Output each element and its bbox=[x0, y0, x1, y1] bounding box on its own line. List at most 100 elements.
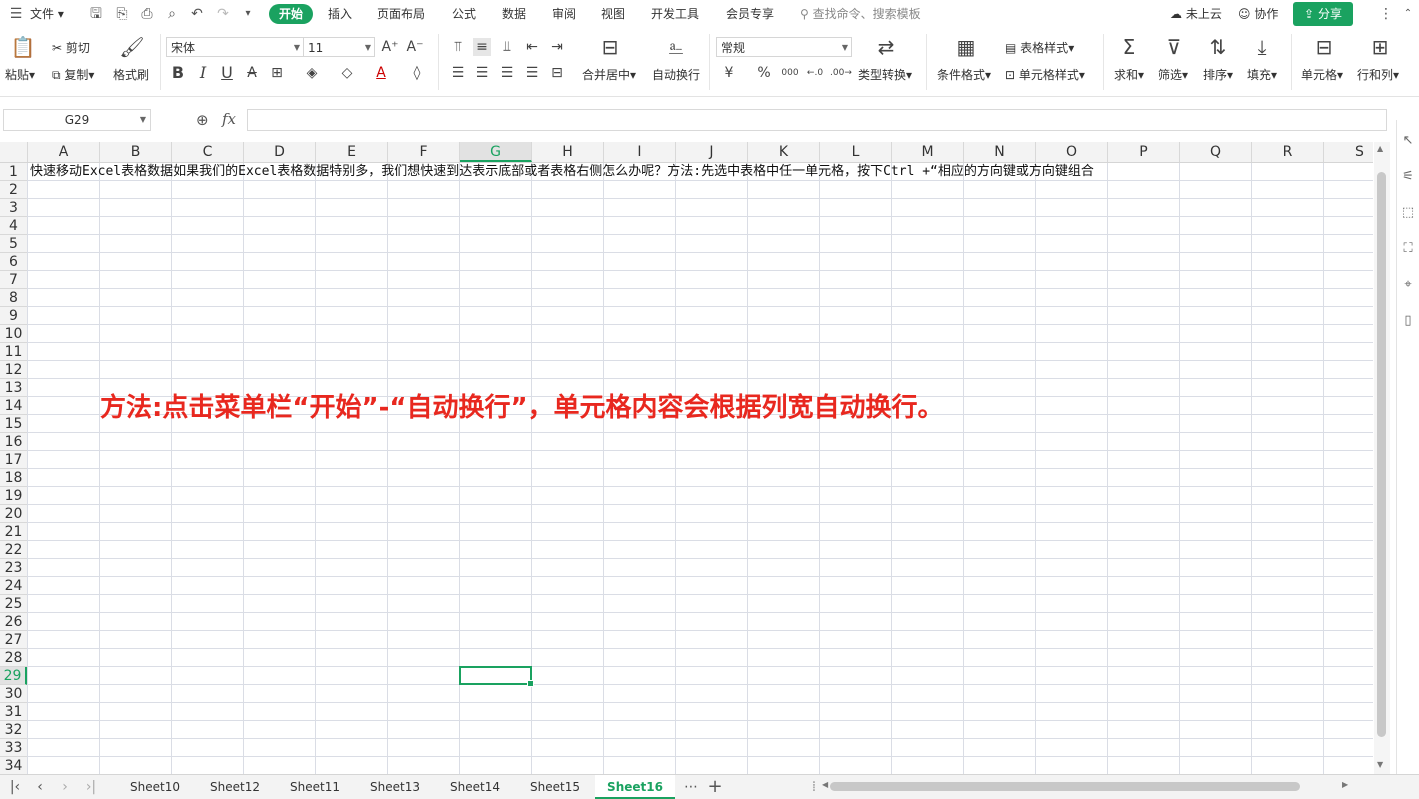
row-header[interactable]: 34 bbox=[0, 757, 27, 774]
column-header[interactable]: M bbox=[892, 142, 964, 162]
row-header[interactable]: 12 bbox=[0, 361, 27, 379]
row-header[interactable]: 3 bbox=[0, 199, 27, 217]
scroll-down-icon[interactable]: ▼ bbox=[1377, 760, 1383, 769]
merge-center-icon[interactable]: ⊟ bbox=[590, 34, 630, 60]
type-convert-button[interactable]: 类型转换▾ bbox=[858, 66, 912, 83]
location-icon[interactable]: ⌖ bbox=[1399, 276, 1417, 294]
font-color-icon[interactable]: A bbox=[372, 64, 390, 82]
number-format-select[interactable]: 常规 ▼ bbox=[716, 37, 852, 57]
sum-button[interactable]: 求和▾ bbox=[1114, 66, 1144, 83]
row-header[interactable]: 10 bbox=[0, 325, 27, 343]
row-header[interactable]: 1 bbox=[0, 163, 27, 181]
formula-input[interactable] bbox=[247, 109, 1387, 131]
underline-button[interactable]: U bbox=[218, 64, 236, 82]
row-header[interactable]: 26 bbox=[0, 613, 27, 631]
sheet-tab[interactable]: Sheet16 bbox=[595, 775, 675, 799]
select-all-corner[interactable] bbox=[0, 142, 28, 162]
column-header[interactable]: F bbox=[388, 142, 460, 162]
row-header[interactable]: 15 bbox=[0, 415, 27, 433]
sort-button[interactable]: 排序▾ bbox=[1203, 66, 1233, 83]
row-header[interactable]: 8 bbox=[0, 289, 27, 307]
decrease-decimal-icon[interactable]: .00→ bbox=[830, 64, 852, 82]
cell-style-button[interactable]: ⊡ 单元格样式▾ bbox=[1005, 66, 1085, 83]
more-sheets-icon[interactable]: ⋯ bbox=[682, 778, 700, 796]
row-header[interactable]: 31 bbox=[0, 703, 27, 721]
row-header[interactable]: 13 bbox=[0, 379, 27, 397]
column-header[interactable]: D bbox=[244, 142, 316, 162]
add-sheet-icon[interactable]: + bbox=[706, 778, 724, 796]
column-header[interactable]: C bbox=[172, 142, 244, 162]
row-header[interactable]: 6 bbox=[0, 253, 27, 271]
row-col-icon[interactable]: ⊞ bbox=[1360, 34, 1400, 60]
active-cell-g29[interactable] bbox=[459, 666, 534, 687]
fill-color-icon[interactable]: ◇ bbox=[338, 64, 356, 82]
row-header[interactable]: 32 bbox=[0, 721, 27, 739]
scroll-right-icon[interactable]: ▶ bbox=[1342, 780, 1348, 789]
font-size-select[interactable]: 11 ▼ bbox=[303, 37, 375, 57]
wrap-text-icon[interactable]: ⎁ bbox=[656, 34, 696, 60]
conditional-format-button[interactable]: 条件格式▾ bbox=[937, 66, 991, 83]
tab-insert[interactable]: 插入 bbox=[328, 4, 352, 24]
sort-icon[interactable]: ⇅ bbox=[1198, 34, 1238, 60]
cell-icon[interactable]: ⊟ bbox=[1304, 34, 1344, 60]
row-header[interactable]: 11 bbox=[0, 343, 27, 361]
conditional-format-icon[interactable]: ▦ bbox=[946, 34, 986, 60]
column-header[interactable]: R bbox=[1252, 142, 1324, 162]
row-header[interactable]: 19 bbox=[0, 487, 27, 505]
quick-access-dropdown-icon[interactable]: ▾ bbox=[240, 6, 256, 22]
strikethrough-icon[interactable]: A bbox=[243, 64, 261, 82]
italic-button[interactable]: I bbox=[194, 64, 212, 82]
increase-indent-icon[interactable]: ⇥ bbox=[548, 38, 566, 56]
thousands-separator-button[interactable]: 000 bbox=[781, 64, 799, 82]
bold-button[interactable]: B bbox=[169, 64, 187, 82]
row-header[interactable]: 9 bbox=[0, 307, 27, 325]
row-header[interactable]: 14 bbox=[0, 397, 27, 415]
row-header[interactable]: 29 bbox=[0, 667, 27, 685]
increase-decimal-icon[interactable]: ←.0 bbox=[806, 64, 824, 82]
horizontal-scrollbar[interactable]: ◀ ▶ bbox=[822, 780, 1350, 791]
column-header[interactable]: O bbox=[1036, 142, 1108, 162]
cell-button[interactable]: 单元格▾ bbox=[1301, 66, 1343, 83]
share-button[interactable]: ⇪ 分享 bbox=[1293, 2, 1353, 26]
save-icon[interactable]: 🖫 bbox=[88, 6, 104, 22]
paste-button[interactable]: 粘贴▾ bbox=[5, 66, 35, 83]
tab-page-layout[interactable]: 页面布局 bbox=[377, 4, 425, 24]
filter-button[interactable]: 筛选▾ bbox=[1158, 66, 1188, 83]
filter-icon[interactable]: ⊽ bbox=[1154, 34, 1194, 60]
file-menu[interactable]: 文件 ▾ bbox=[30, 4, 64, 24]
more-options-icon[interactable]: ⋮ bbox=[1378, 6, 1394, 22]
cell-a1[interactable]: 快速移动Excel表格数据如果我们的Excel表格数据特别多，我们想快速到达表示… bbox=[30, 163, 1094, 181]
align-center-icon[interactable]: ☰ bbox=[473, 64, 491, 82]
copy-button[interactable]: ⧉ 复制▾ bbox=[52, 66, 94, 83]
row-header[interactable]: 24 bbox=[0, 577, 27, 595]
column-header[interactable]: Q bbox=[1180, 142, 1252, 162]
tab-member[interactable]: 会员专享 bbox=[726, 4, 774, 24]
sheet-tab[interactable]: Sheet14 bbox=[435, 775, 515, 799]
wrap-text-button[interactable]: 自动换行 bbox=[652, 66, 700, 83]
row-header[interactable]: 4 bbox=[0, 217, 27, 235]
print-preview-icon[interactable]: ⌕ bbox=[164, 6, 180, 22]
column-header[interactable]: I bbox=[604, 142, 676, 162]
sheet-tab[interactable]: Sheet15 bbox=[515, 775, 595, 799]
column-header[interactable]: E bbox=[316, 142, 388, 162]
table-style-button[interactable]: ▤ 表格样式▾ bbox=[1005, 39, 1074, 56]
collaborate-button[interactable]: ☺ 协作 bbox=[1238, 4, 1278, 24]
redo-icon[interactable]: ↷ bbox=[215, 6, 231, 22]
print-icon[interactable]: ⎙ bbox=[139, 6, 155, 22]
row-header[interactable]: 16 bbox=[0, 433, 27, 451]
font-name-select[interactable]: 宋体 ▼ bbox=[166, 37, 304, 57]
row-header[interactable]: 20 bbox=[0, 505, 27, 523]
row-header[interactable]: 25 bbox=[0, 595, 27, 613]
tab-developer[interactable]: 开发工具 bbox=[651, 4, 699, 24]
vertical-scrollbar[interactable]: ▲ ▼ bbox=[1374, 142, 1390, 774]
fill-button[interactable]: 填充▾ bbox=[1247, 66, 1277, 83]
next-sheet-icon[interactable]: › bbox=[56, 778, 74, 796]
row-header[interactable]: 27 bbox=[0, 631, 27, 649]
cell-area[interactable] bbox=[27, 163, 1373, 774]
cloud-status[interactable]: ☁ 未上云 bbox=[1170, 4, 1222, 24]
currency-button[interactable]: ¥ bbox=[720, 64, 738, 82]
tab-data[interactable]: 数据 bbox=[502, 4, 526, 24]
fill-handle[interactable] bbox=[527, 680, 534, 687]
vertical-scroll-thumb[interactable] bbox=[1377, 172, 1386, 737]
horizontal-scroll-thumb[interactable] bbox=[830, 782, 1300, 791]
